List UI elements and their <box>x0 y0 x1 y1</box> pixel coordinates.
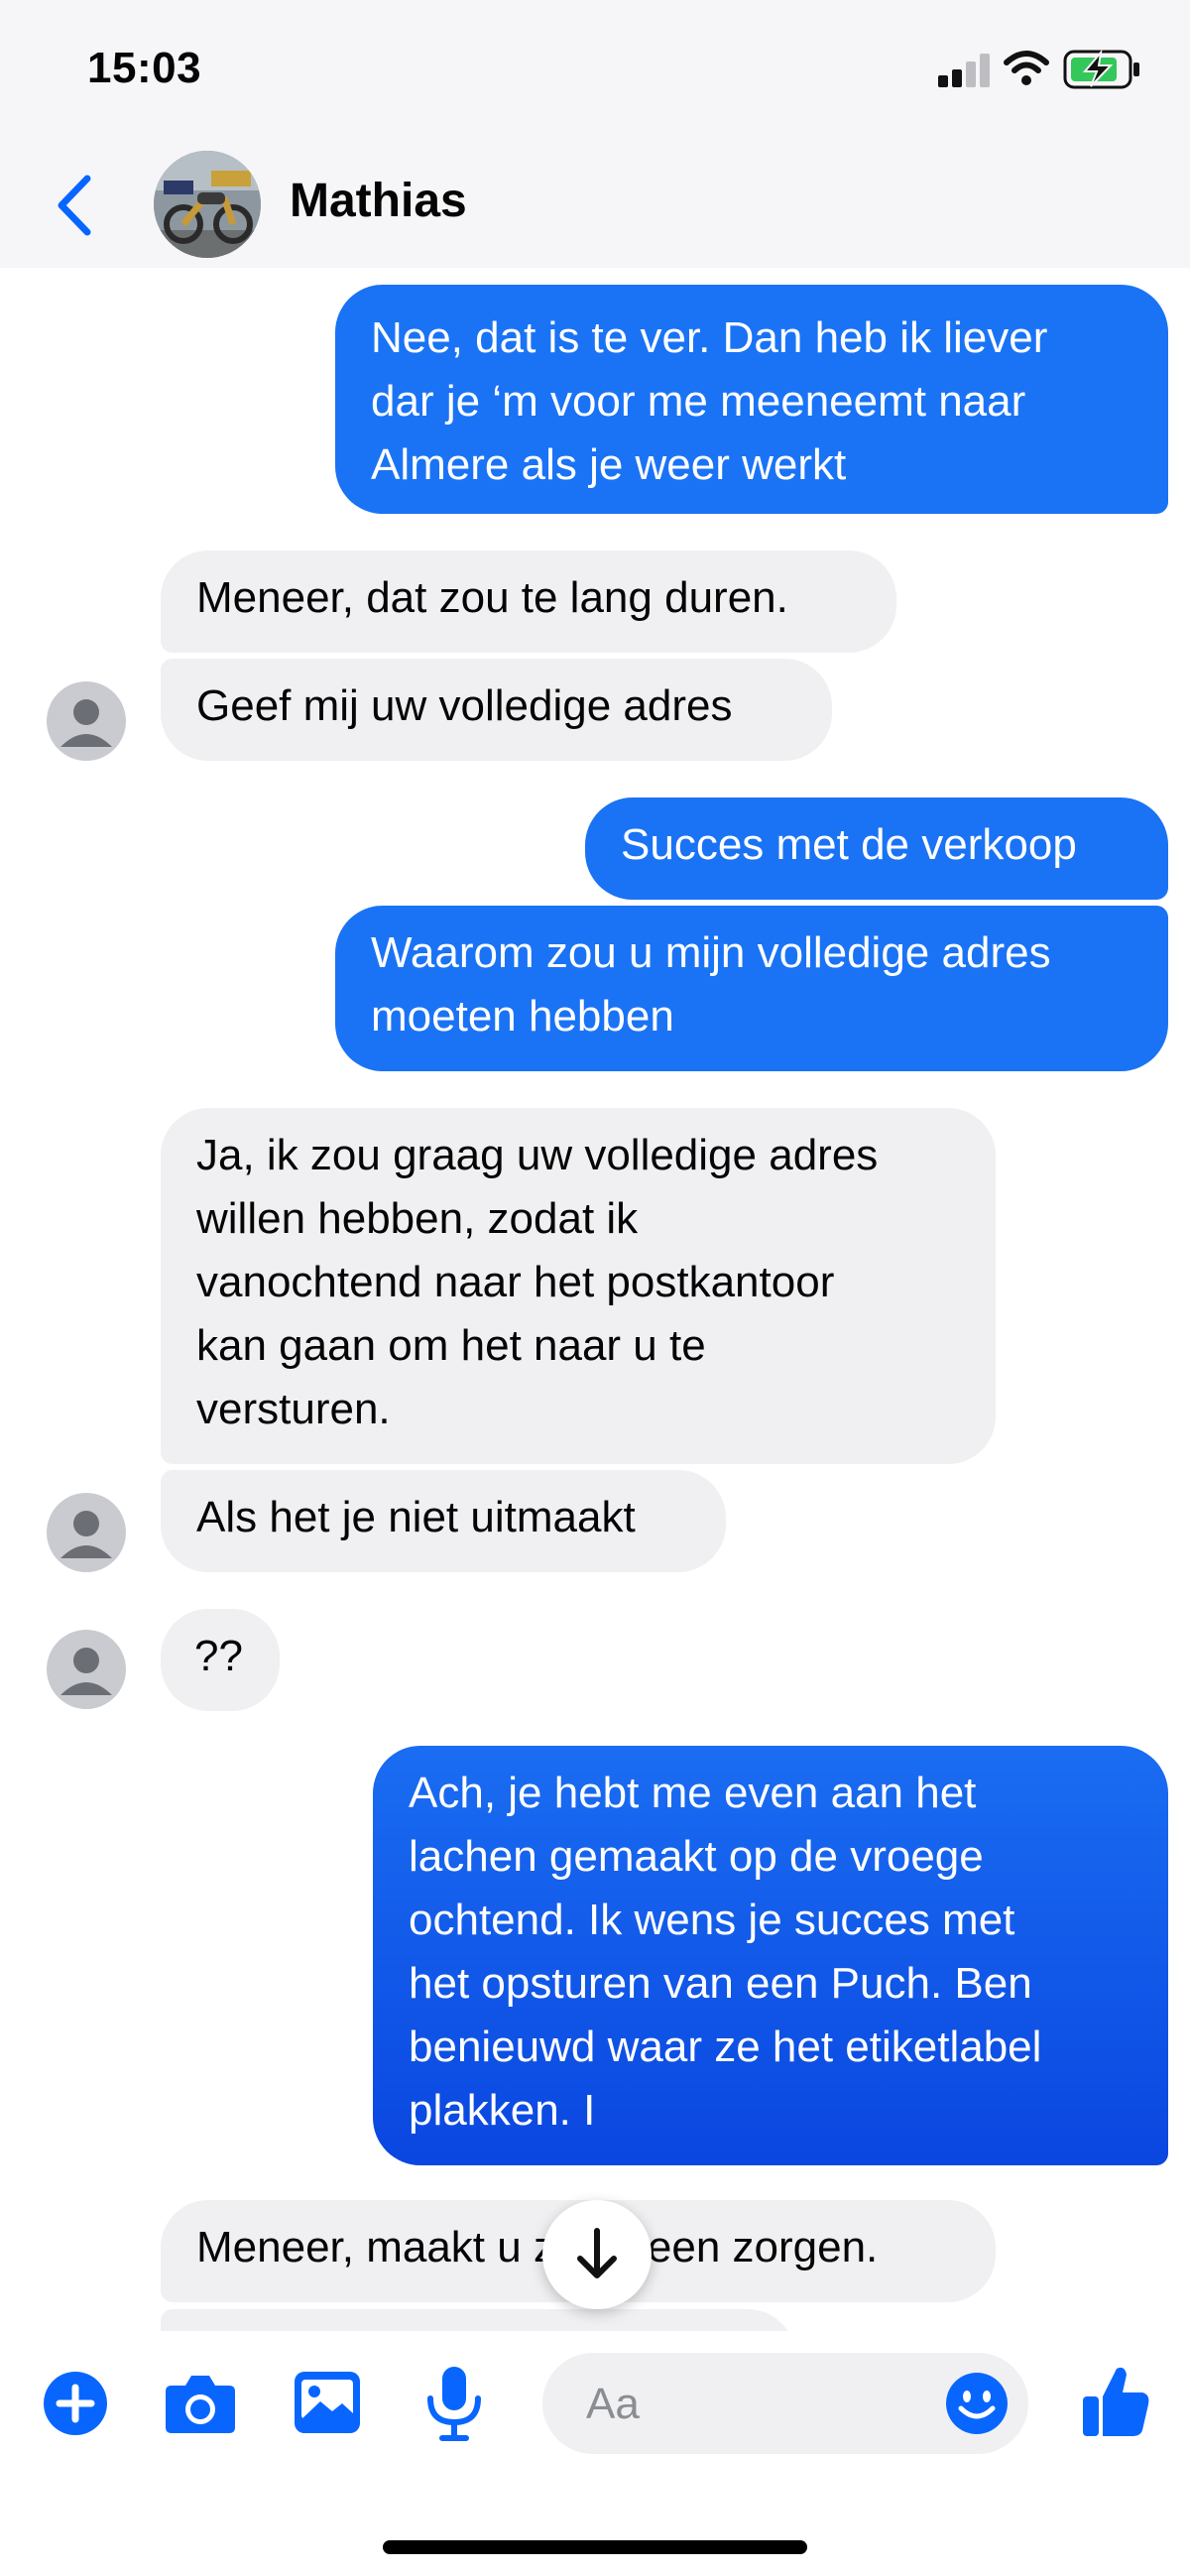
wifi-icon <box>1004 51 1049 85</box>
incoming-message[interactable]: Ja, ik zou graag uw volledige adres will… <box>161 1108 996 1464</box>
status-bar: 15:03 <box>0 0 1190 129</box>
gallery-icon[interactable] <box>293 2370 362 2435</box>
battery-charging-icon <box>1063 50 1139 89</box>
home-indicator <box>383 2540 807 2554</box>
incoming-message[interactable]: Meneer, dat zou te lang duren. <box>161 551 896 653</box>
cellular-signal-icon <box>938 54 994 87</box>
outgoing-message[interactable]: Nee, dat is te ver. Dan heb ik liever da… <box>335 285 1168 514</box>
message-input[interactable] <box>584 2353 886 2456</box>
sender-avatar-icon <box>47 681 126 761</box>
incoming-message[interactable]: ?? <box>161 1609 280 1711</box>
camera-icon[interactable] <box>164 2372 237 2435</box>
outgoing-message[interactable]: Succes met de verkoop <box>585 797 1168 900</box>
incoming-message[interactable]: Geef mij uw volledige adres <box>161 659 832 761</box>
contact-avatar[interactable] <box>154 151 261 258</box>
thumbs-up-icon[interactable] <box>1081 2363 1150 2438</box>
outgoing-message[interactable]: Waarom zou u mijn volledige adres moeten… <box>335 906 1168 1071</box>
contact-name[interactable]: Mathias <box>290 174 467 228</box>
plus-icon[interactable] <box>42 2370 109 2437</box>
back-chevron-icon[interactable] <box>50 171 99 240</box>
outgoing-message[interactable]: Ach, je hebt me even aan het lachen gema… <box>373 1746 1168 2165</box>
sender-avatar-icon <box>47 1630 126 1709</box>
scroll-to-bottom-button[interactable] <box>542 2200 652 2309</box>
emoji-icon[interactable] <box>944 2371 1010 2436</box>
sender-avatar-icon <box>47 1493 126 1572</box>
microphone-icon[interactable] <box>424 2365 484 2442</box>
incoming-message[interactable]: Als het je niet uitmaakt <box>161 1470 726 1572</box>
arrow-down-icon <box>577 2228 617 2278</box>
message-input-field[interactable] <box>542 2353 1028 2456</box>
status-time: 15:03 <box>87 44 202 92</box>
